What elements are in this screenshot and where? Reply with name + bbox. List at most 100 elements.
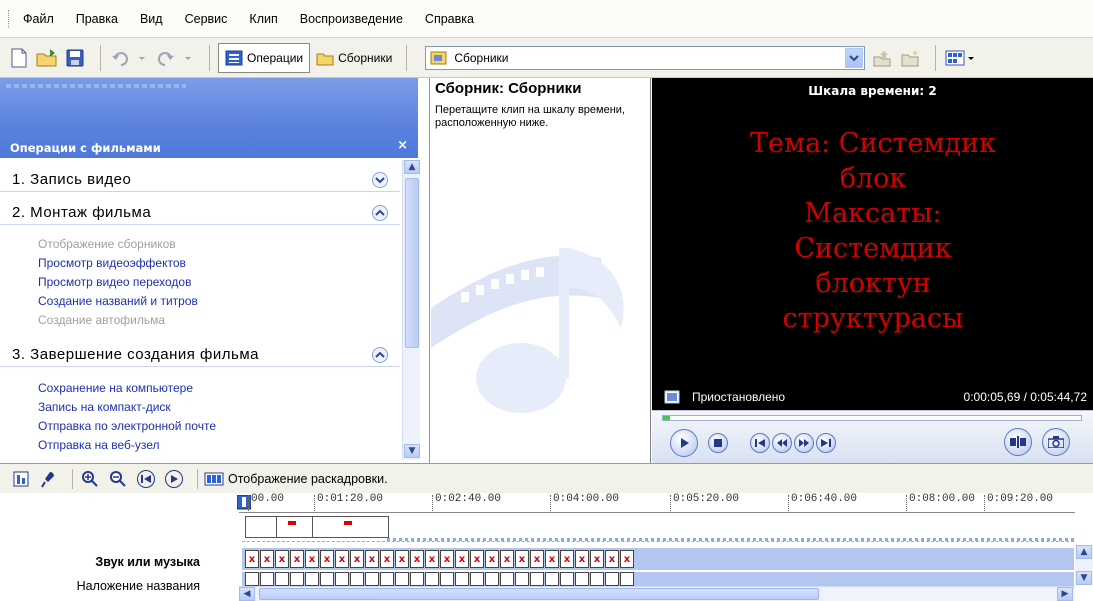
take-picture-button[interactable] [1042,428,1070,456]
expand-chevron-icon[interactable] [372,171,388,188]
section-heading[interactable]: 2. Монтаж фильма [0,201,400,225]
time-ruler[interactable]: 00.00 0:01:20.00 0:02:40.00 0:04:00.00 0… [237,493,1075,513]
title-clip[interactable] [605,572,619,586]
audio-clip[interactable]: x [320,550,334,568]
seek-bar[interactable] [662,415,1082,421]
video-clip[interactable] [245,516,389,538]
audio-clip[interactable]: x [260,550,274,568]
rewind-button[interactable] [772,433,792,453]
audio-clip[interactable]: x [605,550,619,568]
task-send-email[interactable]: Отправка по электронной почте [38,417,400,436]
collapse-chevron-icon[interactable] [372,204,388,221]
redo-icon[interactable] [155,47,195,69]
audio-clip[interactable]: x [620,550,634,568]
title-clip[interactable] [590,572,604,586]
close-icon[interactable]: × [397,138,408,153]
narrate-timeline-icon[interactable] [38,468,60,490]
undo-icon[interactable] [109,47,149,69]
operations-button[interactable]: Операции [218,42,311,73]
timeline-vertical-scrollbar[interactable]: ▲ ▼ [1075,545,1093,585]
collections-button[interactable]: Сборники [310,43,398,73]
title-clip[interactable] [365,572,379,586]
fullscreen-icon[interactable] [664,390,680,404]
scroll-thumb[interactable] [259,588,819,600]
save-icon[interactable] [64,47,86,69]
menu-playback[interactable]: Воспроизведение [300,12,403,26]
zoom-in-icon[interactable] [79,468,101,490]
audio-clip[interactable]: x [380,550,394,568]
audio-clip[interactable]: x [545,550,559,568]
title-clip[interactable] [395,572,409,586]
audio-clip[interactable]: x [470,550,484,568]
audio-clip[interactable]: x [245,550,259,568]
scroll-up-icon[interactable]: ▲ [1076,545,1092,559]
title-clip[interactable] [515,572,529,586]
audio-track[interactable]: xxxxxxxxxxxxxxxxxxxxxxxxxx [242,548,1074,570]
previous-frame-button[interactable] [750,433,770,453]
title-clip[interactable] [410,572,424,586]
task-view-effects[interactable]: Просмотр видеоэффектов [38,254,400,273]
title-clip[interactable] [350,572,364,586]
audio-clip[interactable]: x [275,550,289,568]
title-clip[interactable] [530,572,544,586]
section-heading[interactable]: 3. Завершение создания фильма [0,343,400,367]
title-clip[interactable] [440,572,454,586]
view-options-icon[interactable] [944,47,978,69]
title-clip[interactable] [380,572,394,586]
title-clip[interactable] [500,572,514,586]
timeline-horizontal-scrollbar[interactable]: ◀ ▶ [239,586,1075,601]
audio-clip[interactable]: x [575,550,589,568]
scroll-right-icon[interactable]: ▶ [1057,587,1073,601]
forward-button[interactable] [794,433,814,453]
audio-clip[interactable]: x [365,550,379,568]
rewind-timeline-icon[interactable] [135,468,157,490]
set-audio-levels-icon[interactable] [10,468,32,490]
title-clip[interactable] [425,572,439,586]
task-save-to-cd[interactable]: Запись на компакт-диск [38,398,400,417]
collection-select[interactable]: Сборники [425,45,866,70]
title-clip[interactable] [575,572,589,586]
audio-clip[interactable]: x [455,550,469,568]
menu-help[interactable]: Справка [425,12,474,26]
audio-clip[interactable]: x [590,550,604,568]
next-frame-button[interactable] [816,433,836,453]
collapse-chevron-icon[interactable] [372,346,388,363]
video-track[interactable] [242,514,1077,542]
audio-clip[interactable]: x [485,550,499,568]
title-clip[interactable] [545,572,559,586]
zoom-out-icon[interactable] [107,468,129,490]
title-clip[interactable] [485,572,499,586]
split-clip-button[interactable] [1004,428,1032,456]
task-make-titles[interactable]: Создание названий и титров [38,292,400,311]
title-clip[interactable] [245,572,259,586]
title-clip[interactable] [305,572,319,586]
audio-clip[interactable]: x [290,550,304,568]
play-button[interactable] [670,429,698,457]
audio-clip[interactable]: x [440,550,454,568]
menu-clip[interactable]: Клип [249,12,277,26]
collection-pane[interactable]: Сборник: Сборники Перетащите клип на шка… [431,78,651,463]
audio-clip[interactable]: x [335,550,349,568]
title-clip[interactable] [290,572,304,586]
audio-clip[interactable]: x [425,550,439,568]
title-overlay-track[interactable] [242,572,1074,586]
scroll-thumb[interactable] [405,178,419,348]
title-clip[interactable] [620,572,634,586]
menu-tools[interactable]: Сервис [185,12,228,26]
title-clip[interactable] [455,572,469,586]
scroll-down-icon[interactable]: ▼ [404,444,420,458]
new-collection-icon[interactable] [899,47,921,69]
play-timeline-icon[interactable] [163,468,185,490]
title-clip[interactable] [560,572,574,586]
stop-button[interactable] [708,433,728,453]
task-send-web[interactable]: Отправка на веб-узел [38,436,400,455]
scroll-up-icon[interactable]: ▲ [404,160,420,174]
audio-clip[interactable]: x [395,550,409,568]
title-clip[interactable] [260,572,274,586]
audio-clip[interactable]: x [350,550,364,568]
audio-clip[interactable]: x [500,550,514,568]
audio-clip[interactable]: x [305,550,319,568]
show-storyboard-label[interactable]: Отображение раскадровки. [228,472,388,486]
audio-clip[interactable]: x [560,550,574,568]
title-clip[interactable] [470,572,484,586]
